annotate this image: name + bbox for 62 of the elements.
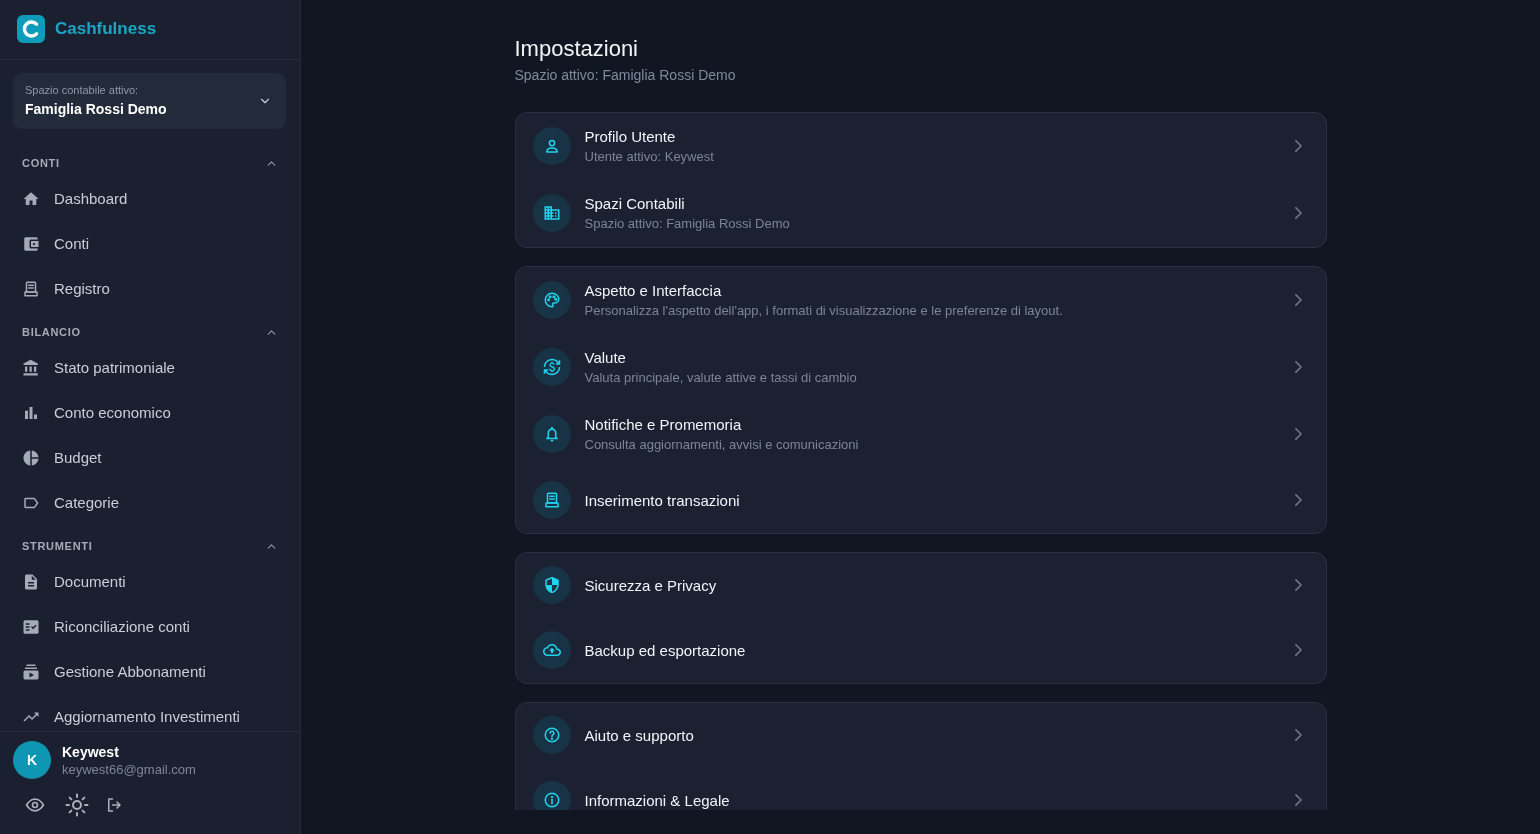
pie-chart-icon <box>22 448 40 467</box>
settings-link[interactable]: Notifiche e Promemoria Consulta aggiornamenti, avvisi e comunicazioni <box>515 401 1326 468</box>
nav-link[interactable]: Budget <box>0 440 300 475</box>
cloud-upload-icon <box>532 631 571 669</box>
settings-link[interactable]: Sicurezza e Privacy <box>515 553 1326 618</box>
settings-link[interactable]: Backup ed esportazione <box>515 618 1326 683</box>
sun-icon[interactable] <box>65 793 89 817</box>
nav-link[interactable]: Aggiornamento Investimenti <box>0 699 300 731</box>
chevron-right-icon <box>1294 140 1302 152</box>
chevron-right-icon <box>1294 207 1302 219</box>
checklist-icon <box>22 617 40 636</box>
user-icon <box>532 127 571 165</box>
page-subtitle: Spazio attivo: Famiglia Rossi Demo <box>514 66 737 85</box>
logout-icon[interactable] <box>105 796 123 814</box>
chevron-right-icon <box>1294 494 1302 506</box>
page-title: Impostazioni <box>514 35 639 63</box>
nav-link[interactable]: Gestione Abbonamenti <box>0 654 300 689</box>
settings-link[interactable]: Aspetto e Interfaccia Personalizza l'aspetto dell'app, i formati di visualizzazione e le preferenze di layout. <box>515 267 1326 334</box>
chevron-right-icon <box>1294 644 1302 656</box>
section-toggle[interactable]: STRUMENTI <box>0 525 300 559</box>
user-avatar: K <box>13 741 51 779</box>
receipt-icon <box>22 279 40 298</box>
receipt-icon <box>532 481 571 519</box>
settings-link[interactable]: Inserimento transazioni <box>515 468 1326 533</box>
nav-link[interactable]: Conti <box>0 226 300 261</box>
nav-link[interactable]: Categorie <box>0 485 300 520</box>
section-toggle[interactable]: BILANCIO <box>0 311 300 345</box>
chevron-right-icon <box>1294 579 1302 591</box>
nav-link[interactable]: Riconciliazione conti <box>0 609 300 644</box>
nav-link[interactable]: Registro <box>0 271 300 306</box>
subscriptions-icon <box>22 662 40 681</box>
chevron-right-icon <box>1294 794 1302 806</box>
settings-link[interactable]: Aiuto e supporto <box>515 703 1326 768</box>
logo-icon <box>17 14 45 43</box>
app-name: Cashfulness <box>55 18 157 39</box>
bank-icon <box>22 358 40 377</box>
palette-icon <box>532 281 571 319</box>
space-selector[interactable]: Spazio contabile attivo: Famiglia Rossi Demo <box>13 73 286 129</box>
currency-exchange-icon <box>532 348 571 386</box>
settings-link[interactable]: Informazioni & Legale <box>515 768 1326 810</box>
wallet-icon <box>22 234 40 253</box>
user-email: keywest66@gmail.com <box>62 760 196 778</box>
section-toggle[interactable]: CONTI <box>0 142 300 176</box>
chevron-right-icon <box>1294 729 1302 741</box>
nav-link[interactable]: Stato patrimoniale <box>0 350 300 385</box>
shield-icon <box>532 566 571 604</box>
bell-icon <box>532 415 571 453</box>
settings-link[interactable]: Valute Valuta principale, valute attive e tassi di cambio <box>515 334 1326 401</box>
eye-icon[interactable] <box>23 795 47 815</box>
nav-link[interactable]: Conto economico <box>0 395 300 430</box>
user-name: Keywest <box>62 742 120 761</box>
chevron-right-icon <box>1294 361 1302 373</box>
settings-link[interactable]: Spazi Contabili Spazio attivo: Famiglia Rossi Demo <box>515 180 1326 247</box>
chevron-right-icon <box>1294 294 1302 306</box>
chevron-right-icon <box>1294 428 1302 440</box>
building-icon <box>532 194 571 232</box>
settings-link[interactable]: Profilo Utente Utente attivo: Keywest <box>515 113 1326 180</box>
nav-link[interactable]: Documenti <box>0 564 300 599</box>
document-icon <box>22 572 40 591</box>
help-icon <box>532 716 571 754</box>
info-icon <box>532 781 571 810</box>
nav-link[interactable]: Dashboard <box>0 181 300 216</box>
